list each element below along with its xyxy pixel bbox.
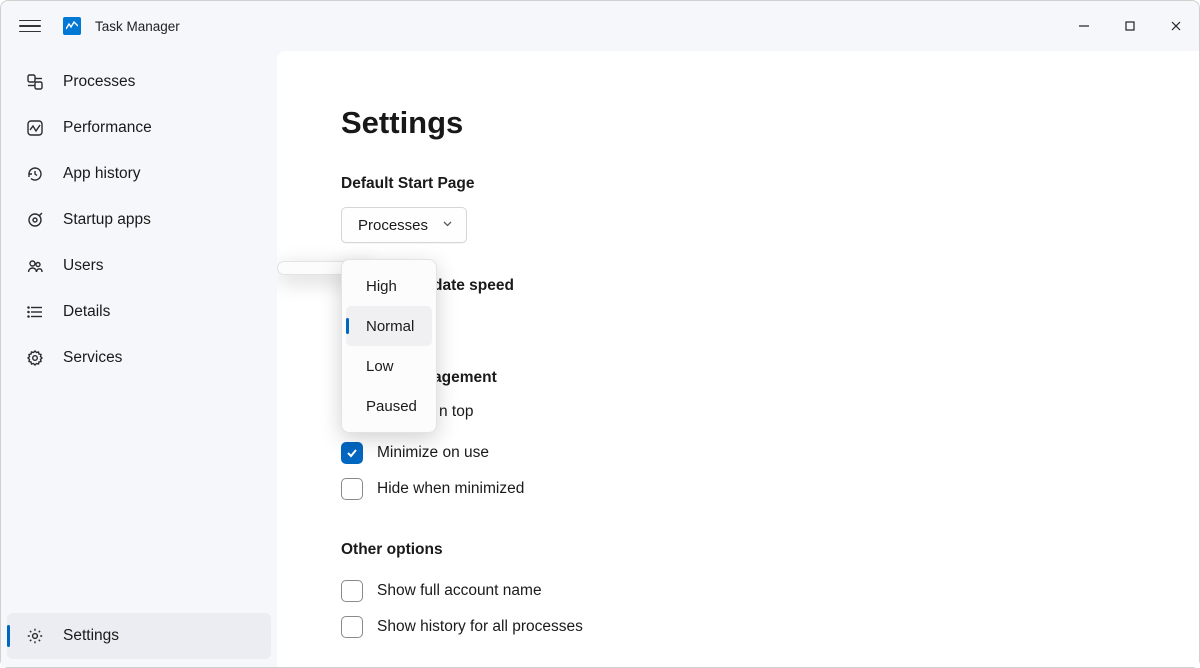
task-manager-window: Task Manager Processes: [0, 0, 1200, 668]
menu-toggle-button[interactable]: [19, 15, 41, 37]
startup-icon: [25, 210, 45, 230]
processes-icon: [25, 72, 45, 92]
default-start-page-heading: Default Start Page: [341, 175, 1199, 193]
hide-when-minimized-row: Hide when minimized: [341, 471, 1199, 507]
dropdown-option-normal[interactable]: Normal: [346, 306, 432, 346]
sidebar-item-label: Details: [63, 303, 110, 321]
sidebar-item-app-history[interactable]: App history: [7, 151, 271, 197]
show-full-account-label: Show full account name: [377, 582, 542, 600]
sidebar-item-label: Services: [63, 349, 122, 367]
details-icon: [25, 302, 45, 322]
sidebar: Processes Performance App history Startu…: [1, 51, 277, 667]
default-start-page-combo[interactable]: Processes: [341, 207, 467, 243]
dropdown-option-high[interactable]: High: [346, 266, 432, 306]
app-icon: [63, 17, 81, 35]
performance-icon: [25, 118, 45, 138]
dropdown-option-label: Normal: [366, 318, 414, 335]
dropdown-option-label: Paused: [366, 398, 417, 415]
section-default-start-page: Default Start Page Processes: [341, 175, 1199, 243]
sidebar-item-startup-apps[interactable]: Startup apps: [7, 197, 271, 243]
sidebar-item-label: App history: [63, 165, 141, 183]
dropdown-option-label: Low: [366, 358, 394, 375]
show-history-all-row: Show history for all processes: [341, 609, 1199, 645]
chevron-down-icon: [442, 218, 453, 232]
sidebar-item-users[interactable]: Users: [7, 243, 271, 289]
dropdown-option-label: High: [366, 278, 397, 295]
sidebar-item-label: Processes: [63, 73, 135, 91]
always-on-top-label-tail: n top: [439, 403, 473, 421]
app-title: Task Manager: [95, 19, 180, 34]
sidebar-item-performance[interactable]: Performance: [7, 105, 271, 151]
update-speed-dropdown: High Normal Low Paused: [341, 259, 437, 433]
maximize-button[interactable]: [1107, 6, 1153, 46]
minimize-button[interactable]: [1061, 6, 1107, 46]
show-history-all-checkbox[interactable]: [341, 616, 363, 638]
show-full-account-checkbox[interactable]: [341, 580, 363, 602]
realtime-update-speed-heading-tail: date speed: [433, 277, 514, 295]
users-icon: [25, 256, 45, 276]
sidebar-item-label: Startup apps: [63, 211, 151, 229]
show-history-all-label: Show history for all processes: [377, 618, 583, 636]
show-full-account-row: Show full account name: [341, 573, 1199, 609]
sidebar-item-label: Performance: [63, 119, 152, 137]
sidebar-item-label: Users: [63, 257, 103, 275]
window-controls: [1061, 6, 1199, 46]
sidebar-item-services[interactable]: Services: [7, 335, 271, 381]
other-options-heading: Other options: [341, 541, 1199, 559]
close-button[interactable]: [1153, 6, 1199, 46]
minimize-on-use-row: Minimize on use: [341, 435, 1199, 471]
minimize-on-use-checkbox[interactable]: [341, 442, 363, 464]
sidebar-item-label: Settings: [63, 627, 119, 645]
hide-when-minimized-checkbox[interactable]: [341, 478, 363, 500]
titlebar: Task Manager: [1, 1, 1199, 51]
minimize-on-use-label: Minimize on use: [377, 444, 489, 462]
page-title: Settings: [341, 105, 1199, 141]
sidebar-item-details[interactable]: Details: [7, 289, 271, 335]
dropdown-option-low[interactable]: Low: [346, 346, 432, 386]
sidebar-item-processes[interactable]: Processes: [7, 59, 271, 105]
services-icon: [25, 348, 45, 368]
window-management-heading-tail: agement: [433, 369, 497, 387]
history-icon: [25, 164, 45, 184]
sidebar-item-settings[interactable]: Settings: [7, 613, 271, 659]
combo-value: Processes: [358, 217, 428, 234]
hide-when-minimized-label: Hide when minimized: [377, 480, 524, 498]
gear-icon: [25, 626, 45, 646]
dropdown-option-paused[interactable]: Paused: [346, 386, 432, 426]
